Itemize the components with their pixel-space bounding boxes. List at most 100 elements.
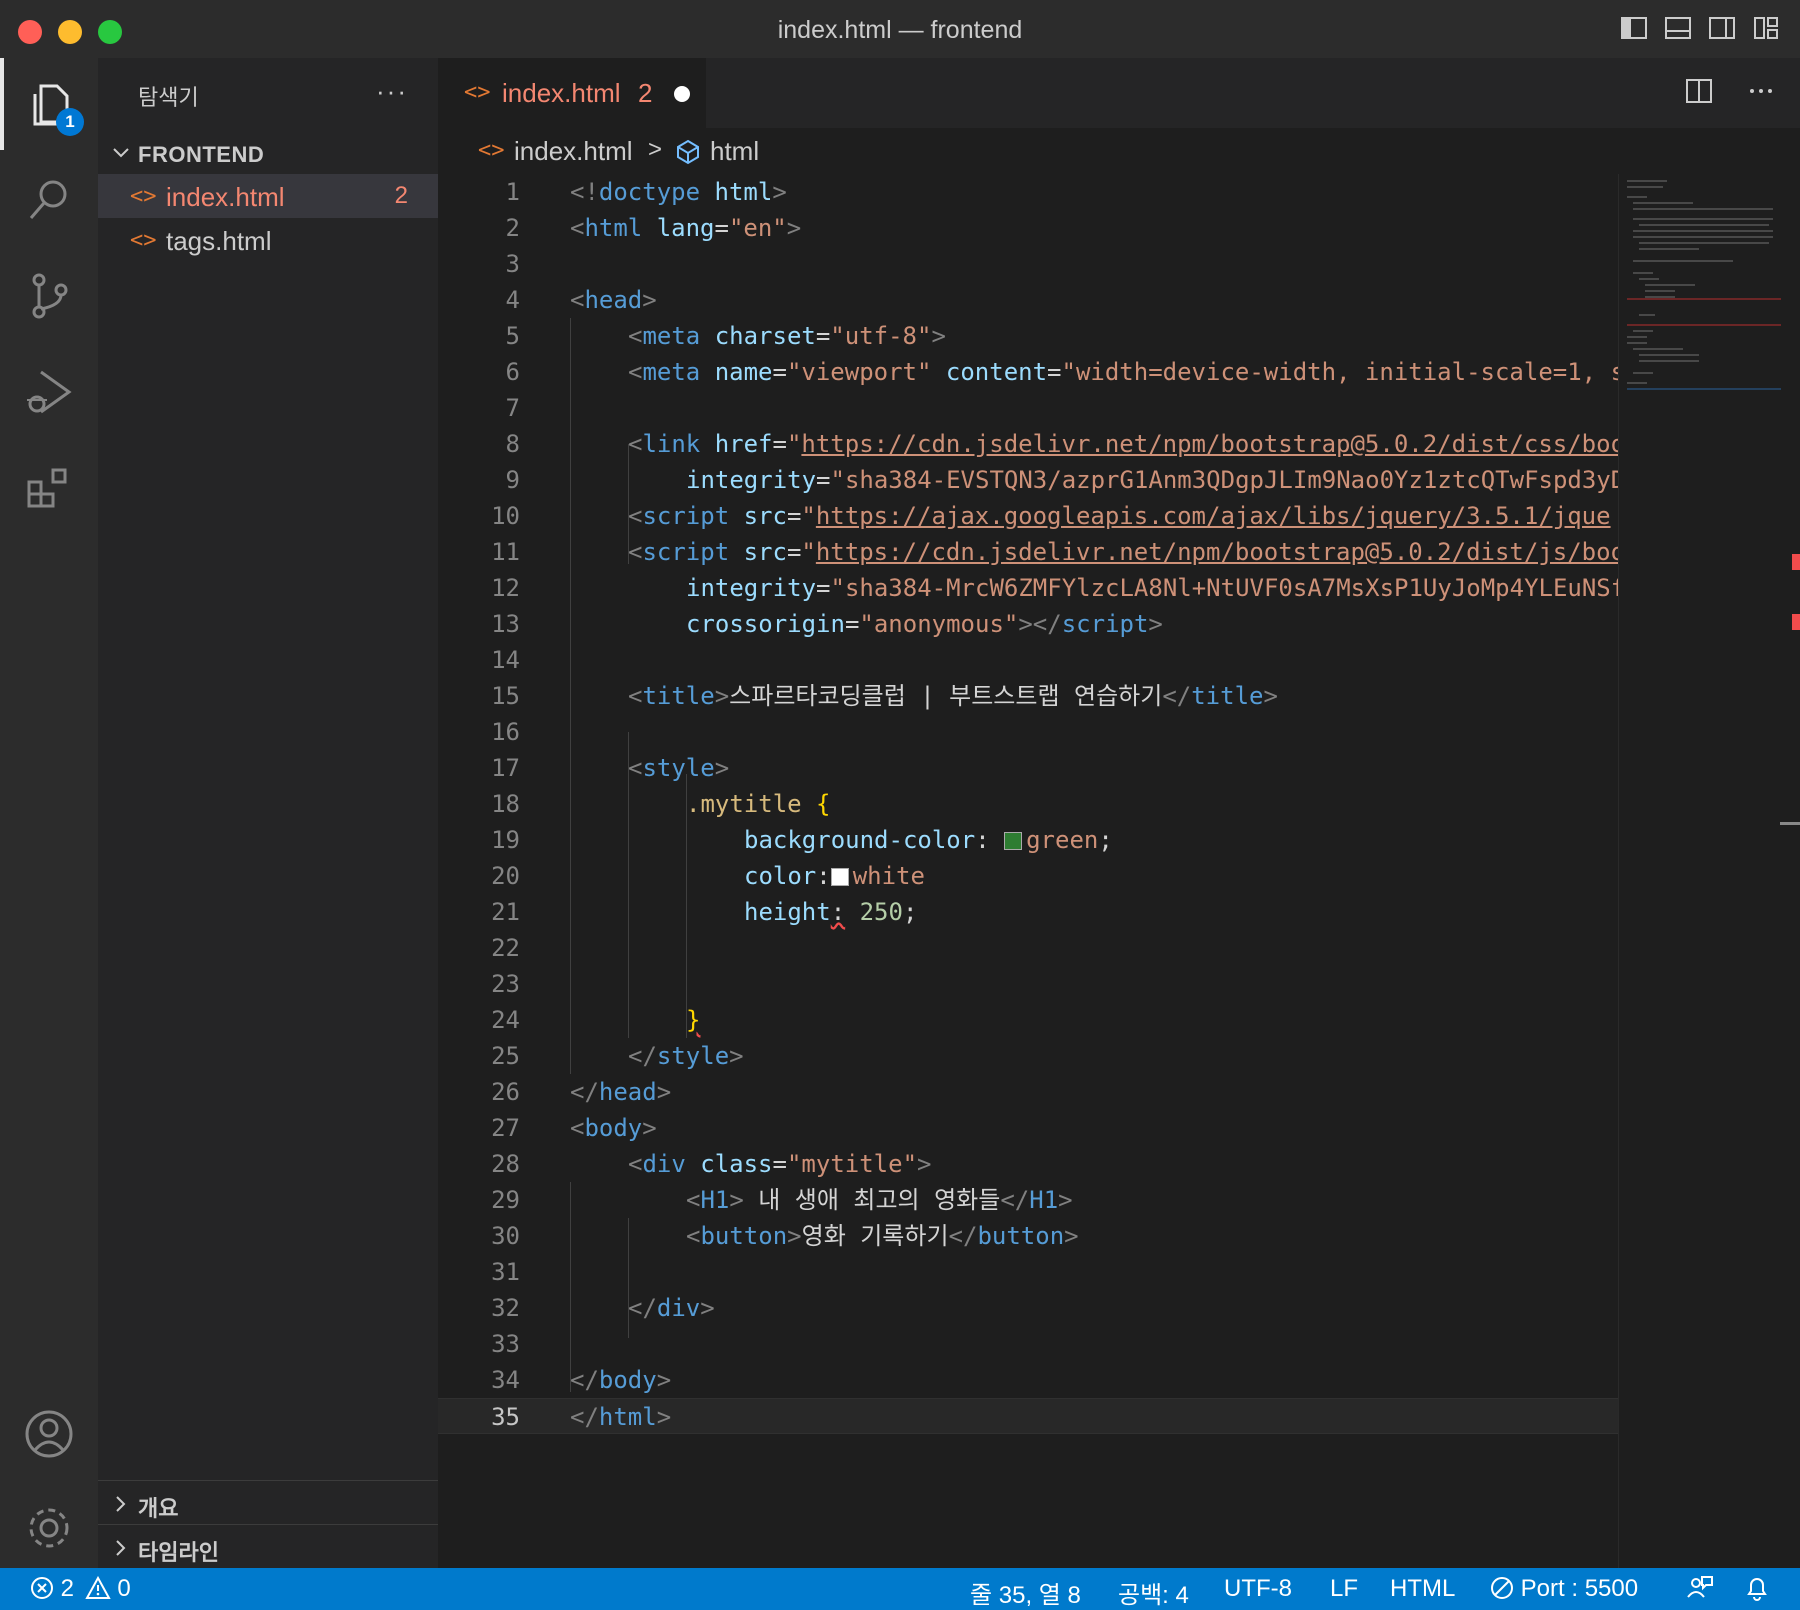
toggle-secondary-sidebar-icon[interactable]	[1708, 14, 1736, 42]
eol-status[interactable]: LF	[1330, 1575, 1358, 1603]
unsaved-dot-icon[interactable]	[674, 86, 690, 102]
language-mode-status[interactable]: HTML	[1390, 1575, 1455, 1603]
outline-section[interactable]: 개요	[98, 1480, 438, 1525]
code-line: 33	[491, 1330, 520, 1358]
search-icon	[29, 180, 67, 219]
layout-controls	[1620, 14, 1780, 42]
account-icon	[25, 1410, 73, 1458]
editor-actions	[1684, 76, 1776, 106]
minimap-line	[1639, 224, 1769, 226]
minimap-line	[1627, 336, 1647, 338]
tab-index-html[interactable]: <> index.html 2	[438, 58, 706, 128]
file-item-tags-html[interactable]: <> tags.html	[98, 218, 438, 262]
breadcrumb: <> index.html > html	[438, 128, 1800, 174]
activity-bar: 1	[0, 58, 98, 1568]
code-editor[interactable]: 1 <!doctype html> 2 <html lang="en"> 3 4 <h…	[438, 174, 1800, 1568]
cursor-position-status[interactable]: 줄 35, 열 8	[970, 1575, 1081, 1610]
run-debug-activity[interactable]	[0, 346, 98, 438]
minimap-line	[1633, 236, 1773, 238]
chevron-down-icon	[113, 148, 129, 158]
source-control-activity[interactable]	[0, 250, 98, 342]
scrollbar-error-marker	[1792, 614, 1800, 630]
extensions-icon	[27, 468, 67, 508]
timeline-section[interactable]: 타임라인	[98, 1524, 438, 1569]
code-line: 13 crossorigin="anonymous"></script>	[491, 610, 1163, 638]
code-line: 11 <script src="https://cdn.jsdelivr.net/…	[491, 538, 1618, 566]
outline-label: 개요	[138, 1496, 179, 1521]
minimap-line	[1633, 372, 1653, 374]
extensions-activity[interactable]	[0, 442, 98, 534]
html-file-icon: <>	[130, 184, 157, 209]
explorer-more-button[interactable]: ···	[376, 76, 408, 107]
circle-slash-icon	[1491, 1577, 1513, 1599]
folder-section-header[interactable]: FRONTEND	[98, 134, 438, 174]
status-bar: 2 0 줄 35, 열 8 공백: 4 UTF-8 LF HTML Port :…	[0, 1568, 1800, 1610]
live-server-status[interactable]: Port : 5500	[1490, 1575, 1638, 1603]
editor-tab-bar: <> index.html 2	[438, 58, 1800, 128]
code-line: 10 <script src="https://ajax.googleapis.c…	[491, 502, 1611, 530]
code-line: 3	[505, 250, 520, 278]
window-title: index.html — frontend	[777, 16, 1023, 44]
split-editor-icon[interactable]	[1684, 76, 1714, 106]
explorer-badge: 1	[56, 108, 84, 136]
minimap-line	[1627, 186, 1663, 188]
color-swatch-green[interactable]	[1004, 832, 1023, 850]
feedback-status[interactable]	[1686, 1575, 1714, 1608]
minimap-current-line	[1627, 388, 1781, 390]
title-bar: index.html — frontend	[0, 0, 1800, 59]
symbol-element-icon	[677, 139, 699, 165]
code-line: 31	[491, 1258, 520, 1286]
breadcrumb-file[interactable]: index.html	[514, 136, 633, 167]
minimap-line	[1633, 208, 1773, 210]
chevron-right-icon	[116, 1540, 126, 1556]
accounts-activity[interactable]	[0, 1388, 98, 1480]
code-line: 7	[505, 394, 520, 422]
code-line: 21 height: 250;	[491, 898, 918, 926]
explorer-sidebar: 탐색기 ··· FRONTEND <> index.html 2 <> tags…	[98, 58, 438, 1568]
source-control-icon	[32, 273, 68, 319]
search-activity[interactable]	[0, 154, 98, 246]
editor-scrollbar[interactable]	[1780, 174, 1800, 1568]
code-line: 2 <html lang="en">	[505, 214, 802, 242]
code-line: 9 integrity="sha384-EVSTQN3/azprG1Anm3QDg…	[505, 466, 1618, 494]
minimap-line	[1645, 290, 1675, 292]
toggle-primary-sidebar-icon[interactable]	[1620, 14, 1648, 42]
minimap-line	[1627, 382, 1647, 384]
timeline-label: 타임라인	[138, 1540, 219, 1565]
color-swatch-white[interactable]	[830, 868, 849, 886]
breadcrumb-symbol[interactable]: html	[710, 136, 759, 167]
minimap[interactable]	[1618, 174, 1781, 1568]
code-line: 14	[491, 646, 520, 674]
vscode-window: index.html — frontend 1 탐색기 ··· FRONTEND…	[0, 0, 1800, 1610]
minimap-line	[1639, 242, 1769, 244]
customize-layout-icon[interactable]	[1752, 14, 1780, 42]
minimap-line	[1633, 230, 1773, 232]
code-line: 22	[491, 934, 520, 962]
breadcrumb-separator: >	[648, 136, 663, 163]
minimap-line	[1645, 284, 1695, 286]
problems-status[interactable]: 2 0	[30, 1575, 131, 1603]
file-name: index.html	[166, 182, 285, 212]
problem-count: 2	[394, 182, 408, 209]
file-name: tags.html	[166, 226, 272, 256]
notifications-status[interactable]	[1744, 1575, 1770, 1608]
tab-problem-count: 2	[638, 78, 653, 108]
minimap-line	[1627, 196, 1647, 198]
html-file-icon: <>	[464, 80, 491, 105]
minimap-line	[1633, 202, 1693, 204]
file-item-index-html[interactable]: <> index.html 2	[98, 174, 438, 218]
code-line: 30 <button>영화 기록하기</button>	[491, 1222, 1079, 1250]
warning-icon	[85, 1575, 111, 1599]
toggle-panel-icon[interactable]	[1664, 14, 1692, 42]
indentation-status[interactable]: 공백: 4	[1118, 1575, 1189, 1610]
scrollbar-cursor-marker	[1780, 822, 1800, 825]
code-line: 34 </body>	[491, 1366, 672, 1394]
html-file-icon: <>	[478, 138, 505, 163]
feedback-icon	[1687, 1576, 1713, 1598]
code-line: 4 <head>	[505, 286, 657, 314]
manage-activity[interactable]	[0, 1482, 98, 1574]
explorer-activity[interactable]: 1	[0, 58, 98, 150]
encoding-status[interactable]: UTF-8	[1224, 1575, 1292, 1603]
code-line: 1 <!doctype html>	[505, 178, 787, 206]
more-actions-icon[interactable]	[1746, 76, 1776, 106]
